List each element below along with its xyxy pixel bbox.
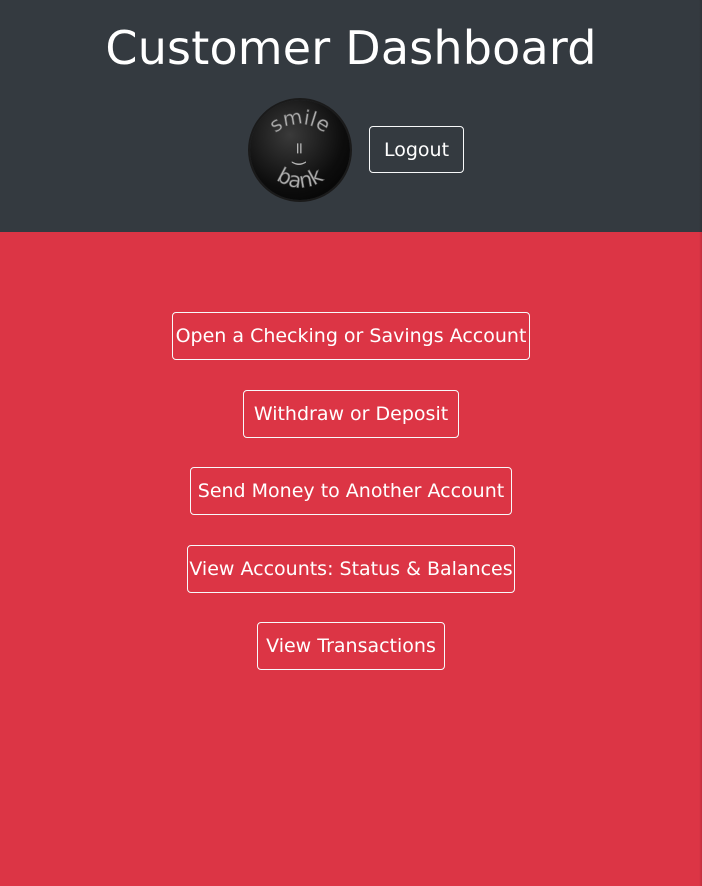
- send-money-button[interactable]: Send Money to Another Account: [190, 467, 512, 515]
- logo-top-text: smile: [264, 104, 335, 137]
- withdraw-deposit-button[interactable]: Withdraw or Deposit: [243, 390, 459, 438]
- page-title: Customer Dashboard: [105, 21, 597, 75]
- logout-button[interactable]: Logout: [369, 126, 464, 173]
- logo-bottom-text: bank: [273, 162, 328, 193]
- svg-text:smile: smile: [265, 104, 335, 137]
- logo-graphic: smile = ) bank: [264, 104, 335, 193]
- view-transactions-button[interactable]: View Transactions: [257, 622, 445, 670]
- smile-bank-logo: smile = ) bank: [250, 100, 350, 200]
- dashboard-header: Customer Dashboard smile = ) bank Logout: [0, 0, 702, 232]
- svg-text:bank: bank: [273, 163, 327, 193]
- view-accounts-button[interactable]: View Accounts: Status & Balances: [187, 545, 515, 593]
- open-account-button[interactable]: Open a Checking or Savings Account: [172, 312, 530, 360]
- logo-smile-text: = ): [290, 142, 309, 167]
